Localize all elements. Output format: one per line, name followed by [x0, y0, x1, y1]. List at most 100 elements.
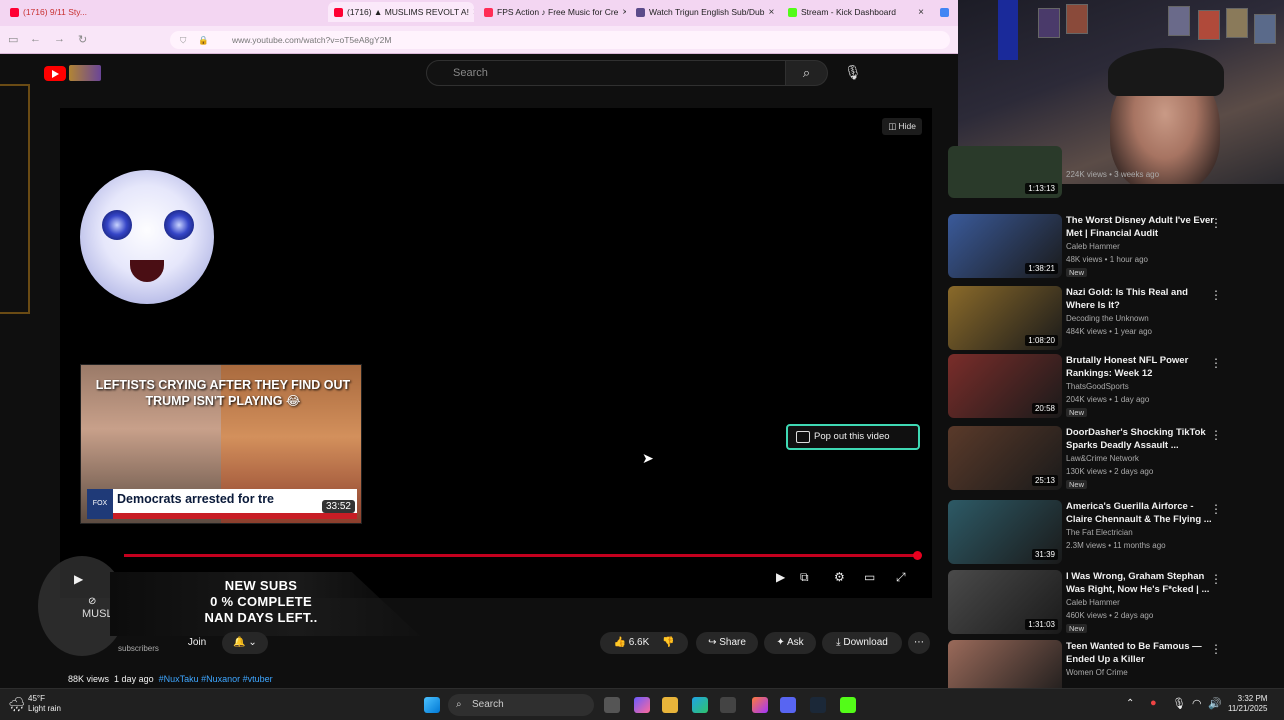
- more-actions-button[interactable]: ⋯: [908, 632, 930, 654]
- hashtags[interactable]: #NuxTaku #Nuxanor #vtuber: [159, 674, 273, 684]
- clock-icon: ⊘: [88, 596, 97, 607]
- video-channel[interactable]: Caleb Hammer: [1066, 242, 1120, 251]
- windows-start-icon[interactable]: [424, 697, 440, 713]
- volume-icon[interactable]: 🔊: [1208, 697, 1222, 710]
- search-button[interactable]: ⌕: [786, 60, 828, 86]
- discord-icon[interactable]: [780, 697, 796, 713]
- video-title[interactable]: Teen Wanted to Be Famous — Ended Up a Ki…: [1066, 640, 1214, 666]
- video-channel[interactable]: The Fat Electrician: [1066, 528, 1133, 537]
- channel-logo[interactable]: [69, 65, 101, 81]
- video-title[interactable]: I Was Wrong, Graham Stephan Was Right, N…: [1066, 570, 1214, 596]
- recommended-video[interactable]: 1:08:20 Nazi Gold: Is This Real and Where…: [948, 286, 1274, 352]
- more-dots-icon: ⋯: [914, 637, 924, 648]
- video-player[interactable]: ◫ Hide LEFTISTS CRYING AFTER THEY FIND O…: [60, 108, 932, 598]
- reaction-video-thumbnail[interactable]: LEFTISTS CRYING AFTER THEY FIND OUT TRUM…: [80, 364, 362, 524]
- theater-mode-icon[interactable]: ▭: [864, 570, 875, 584]
- tray-chevron-icon[interactable]: ⌃: [1126, 698, 1134, 709]
- reload-icon[interactable]: ↻: [78, 33, 87, 46]
- video-channel[interactable]: Decoding the Unknown: [1066, 314, 1149, 323]
- video-title[interactable]: DoorDasher's Shocking TikTok Sparks Dead…: [1066, 426, 1214, 452]
- close-icon[interactable]: ×: [918, 7, 924, 18]
- notifications-button[interactable]: 🔔 ⌄: [222, 632, 268, 654]
- search-input[interactable]: Search: [426, 60, 786, 86]
- taskbar-search[interactable]: ⌕ Search: [448, 694, 594, 716]
- system-clock[interactable]: 3:32 PM 11/21/2025: [1228, 694, 1267, 714]
- pop-out-video-button[interactable]: Pop out this video: [786, 424, 920, 450]
- video-thumbnail[interactable]: 25:13: [948, 426, 1062, 490]
- like-button[interactable]: 👍 6.6K: [613, 637, 649, 648]
- hide-button[interactable]: ◫ Hide: [882, 118, 922, 135]
- recommended-video[interactable]: 1:38:21 The Worst Disney Adult I've Ever …: [948, 214, 1274, 280]
- microphone-icon[interactable]: 🎙: [1172, 697, 1186, 710]
- weather-icon[interactable]: 🌧: [8, 696, 26, 713]
- browser-tab[interactable]: (1716) 9/11 Sty...: [4, 2, 180, 22]
- wall-poster: [1066, 4, 1088, 34]
- ask-button[interactable]: ✦ Ask: [764, 632, 816, 654]
- browser-tab[interactable]: FPS Action ♪ Free Music for Cre ×: [478, 2, 626, 22]
- dislike-button[interactable]: 👎: [662, 637, 674, 648]
- browser-tab[interactable]: Stream - Kick Dashboard ×: [782, 2, 930, 22]
- browser-tab[interactable]: Watch Trigun English Sub/Dub ×: [630, 2, 778, 22]
- close-icon[interactable]: ×: [768, 7, 774, 18]
- recommended-video[interactable]: 25:13 DoorDasher's Shocking TikTok Sparks…: [948, 426, 1274, 492]
- fullscreen-icon[interactable]: ⤢: [896, 570, 906, 585]
- join-label: Join: [187, 637, 207, 648]
- video-thumbnail[interactable]: 20:58: [948, 354, 1062, 418]
- tray-app-icon[interactable]: ●: [1150, 697, 1157, 709]
- browser-url-bar: ▭ ← → ↻ ⛉ 🔒 www.youtube.com/watch?v=oT5e…: [0, 26, 958, 54]
- microphone-icon[interactable]: 🎙: [844, 64, 862, 81]
- settings-gear-icon[interactable]: ⚙: [834, 570, 845, 584]
- captions-icon[interactable]: ⧉: [800, 570, 809, 585]
- join-button[interactable]: Join: [176, 632, 218, 654]
- close-icon[interactable]: ×: [622, 7, 626, 18]
- share-button[interactable]: ↪ Share: [696, 632, 758, 654]
- forward-arrow-icon[interactable]: →: [54, 33, 65, 45]
- download-button[interactable]: ⤓ Download: [822, 632, 902, 654]
- video-thumbnail[interactable]: 31:39: [948, 500, 1062, 564]
- wifi-icon[interactable]: ◠: [1192, 697, 1202, 710]
- subscribers-label: subscribers: [118, 644, 159, 653]
- kick-app-icon[interactable]: [840, 697, 856, 713]
- video-progress-bar[interactable]: [124, 551, 922, 560]
- copilot-icon[interactable]: [634, 697, 650, 713]
- video-channel[interactable]: Women Of Crime: [1066, 668, 1128, 677]
- task-view-icon[interactable]: [604, 697, 620, 713]
- more-vert-icon[interactable]: ⋮: [1210, 572, 1222, 586]
- video-channel[interactable]: ThatsGoodSports: [1066, 382, 1129, 391]
- edge-icon[interactable]: [692, 697, 708, 713]
- more-vert-icon[interactable]: ⋮: [1210, 642, 1222, 656]
- video-thumbnail[interactable]: 1:08:20: [948, 286, 1062, 350]
- video-channel[interactable]: Law&Crime Network: [1066, 454, 1139, 463]
- subs-line: NAN DAYS LEFT..: [204, 610, 318, 625]
- more-vert-icon[interactable]: ⋮: [1210, 356, 1222, 370]
- recommended-video[interactable]: 20:58 Brutally Honest NFL Power Rankings:…: [948, 354, 1274, 420]
- browser-tab-active[interactable]: (1716) ▲ MUSLIMS REVOLT A! ×: [328, 2, 474, 22]
- close-icon[interactable]: ×: [473, 7, 474, 18]
- recommended-video[interactable]: 1:31:03 I Was Wrong, Graham Stephan Was R…: [948, 570, 1274, 636]
- youtube-logo-icon[interactable]: [44, 66, 66, 81]
- recommended-video[interactable]: 31:39 America's Guerilla Airforce - Clair…: [948, 500, 1274, 566]
- weather-widget[interactable]: 45°F Light rain: [28, 694, 61, 714]
- more-vert-icon[interactable]: ⋮: [1210, 288, 1222, 302]
- autoplay-toggle-icon[interactable]: ▶: [776, 570, 785, 584]
- video-channel[interactable]: Caleb Hammer: [1066, 598, 1120, 607]
- browser-tab[interactable]: [934, 2, 958, 22]
- recommended-video[interactable]: 1:13:13 224K views • 3 weeks ago: [948, 146, 1274, 198]
- video-thumbnail[interactable]: 1:13:13: [948, 146, 1062, 198]
- video-title[interactable]: The Worst Disney Adult I've Ever Met | F…: [1066, 214, 1214, 240]
- steam-icon[interactable]: [810, 697, 826, 713]
- more-vert-icon[interactable]: ⋮: [1210, 502, 1222, 516]
- store-icon[interactable]: [720, 697, 736, 713]
- video-title[interactable]: Brutally Honest NFL Power Rankings: Week…: [1066, 354, 1214, 380]
- video-thumbnail[interactable]: 1:38:21: [948, 214, 1062, 278]
- address-input[interactable]: ⛉ 🔒 www.youtube.com/watch?v=oT5eA8gY2M: [170, 31, 950, 49]
- file-explorer-icon[interactable]: [662, 697, 678, 713]
- sidebar-toggle-icon[interactable]: ▭: [8, 33, 18, 46]
- video-title[interactable]: Nazi Gold: Is This Real and Where Is It?: [1066, 286, 1214, 312]
- more-vert-icon[interactable]: ⋮: [1210, 428, 1222, 442]
- video-title[interactable]: America's Guerilla Airforce - Claire Che…: [1066, 500, 1214, 526]
- back-arrow-icon[interactable]: ←: [30, 33, 41, 45]
- video-thumbnail[interactable]: 1:31:03: [948, 570, 1062, 634]
- more-vert-icon[interactable]: ⋮: [1210, 216, 1222, 230]
- firefox-icon[interactable]: [752, 697, 768, 713]
